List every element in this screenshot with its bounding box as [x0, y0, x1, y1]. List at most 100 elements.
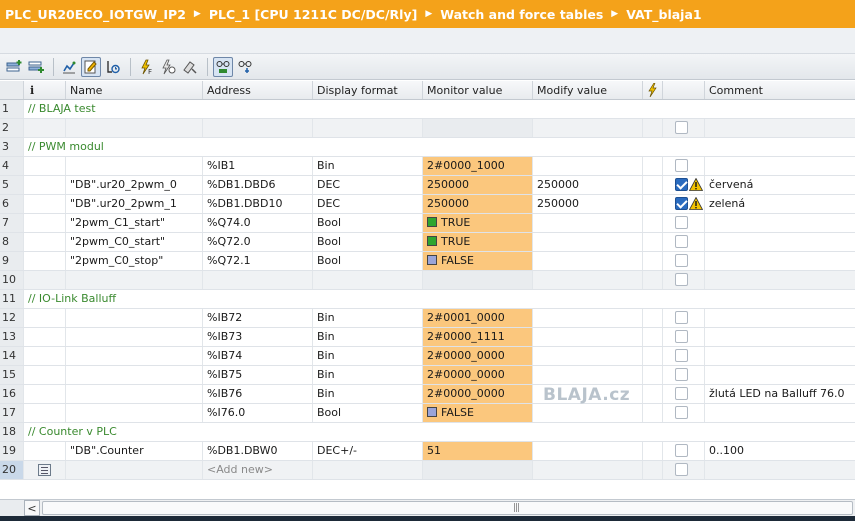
add-row-icon[interactable] [26, 57, 46, 77]
modify-value-cell[interactable] [533, 119, 643, 137]
modify-checkbox[interactable] [675, 444, 688, 457]
modify-checkbox[interactable] [675, 406, 688, 419]
disable-peripheral-icon[interactable] [180, 57, 200, 77]
modify-value-cell[interactable]: 250000 [533, 195, 643, 213]
comment-cell[interactable] [705, 347, 855, 365]
modify-checkbox[interactable] [675, 311, 688, 324]
modify-value-cell[interactable] [533, 252, 643, 270]
add-new-list-icon[interactable] [38, 464, 51, 476]
display-format-cell[interactable] [313, 461, 423, 479]
stop-force-icon[interactable] [158, 57, 178, 77]
modify-value-cell[interactable] [533, 233, 643, 251]
display-format-cell[interactable]: Bin [313, 157, 423, 175]
name-cell[interactable]: "DB".ur20_2pwm_0 [66, 176, 203, 194]
scroll-thumb[interactable]: ||| [42, 501, 853, 515]
modify-value-cell[interactable] [533, 309, 643, 327]
display-format-cell[interactable]: Bin [313, 309, 423, 327]
table-row[interactable]: 17 %I76.0 Bool FALSE [0, 404, 855, 423]
modify-checkbox[interactable] [675, 368, 688, 381]
comment-cell[interactable]: 0..100 [705, 442, 855, 460]
name-cell[interactable] [66, 461, 203, 479]
table-row[interactable]: 18// Counter v PLC [0, 423, 855, 442]
display-format-cell[interactable]: DEC [313, 176, 423, 194]
comment-cell[interactable] [705, 233, 855, 251]
address-cell[interactable]: <Add new> [203, 461, 313, 479]
modify-checkbox[interactable] [675, 349, 688, 362]
breadcrumb-plc[interactable]: PLC_1 [CPU 1211C DC/DC/Rly] [209, 7, 417, 22]
comment-cell[interactable] [705, 157, 855, 175]
breadcrumb-project[interactable]: PLC_UR20ECO_IOTGW_IP2 [5, 7, 186, 22]
name-cell[interactable] [66, 157, 203, 175]
table-row[interactable]: 5 "DB".ur20_2pwm_0 %DB1.DBD6 DEC 250000 25000… [0, 176, 855, 195]
name-cell[interactable] [66, 404, 203, 422]
section-comment[interactable]: // BLAJA test [24, 100, 855, 118]
name-cell[interactable]: "DB".ur20_2pwm_1 [66, 195, 203, 213]
display-format-cell[interactable]: Bin [313, 385, 423, 403]
address-cell[interactable]: %DB1.DBD6 [203, 176, 313, 194]
modify-value-cell[interactable]: 250000 [533, 176, 643, 194]
name-cell[interactable]: "2pwm_C1_start" [66, 214, 203, 232]
table-row[interactable]: 9 "2pwm_C0_stop" %Q72.1 Bool FALSE [0, 252, 855, 271]
display-format-column-header[interactable]: Display format [313, 81, 423, 99]
scroll-left-icon[interactable]: < [24, 500, 40, 516]
modify-checkbox[interactable] [675, 330, 688, 343]
comment-cell[interactable] [705, 252, 855, 270]
comment-cell[interactable] [705, 328, 855, 346]
address-cell[interactable] [203, 119, 313, 137]
display-format-cell[interactable]: DEC [313, 195, 423, 213]
display-format-cell[interactable]: Bool [313, 252, 423, 270]
comment-cell[interactable] [705, 214, 855, 232]
info-column-header[interactable]: i [24, 81, 66, 99]
table-row[interactable]: 2 [0, 119, 855, 138]
comment-cell[interactable] [705, 309, 855, 327]
address-cell[interactable]: %IB76 [203, 385, 313, 403]
section-comment[interactable]: // IO-Link Balluff [24, 290, 855, 308]
breadcrumb-table[interactable]: VAT_blaja1 [626, 7, 701, 22]
table-row[interactable]: 12 %IB72 Bin 2#0001_0000 [0, 309, 855, 328]
name-cell[interactable] [66, 347, 203, 365]
table-row[interactable]: 3// PWM modul [0, 138, 855, 157]
name-cell[interactable]: "2pwm_C0_start" [66, 233, 203, 251]
name-cell[interactable] [66, 328, 203, 346]
address-cell[interactable]: %IB72 [203, 309, 313, 327]
section-comment[interactable]: // Counter v PLC [24, 423, 855, 441]
table-row[interactable]: 7 "2pwm_C1_start" %Q74.0 Bool TRUE [0, 214, 855, 233]
name-cell[interactable] [66, 271, 203, 289]
address-column-header[interactable]: Address [203, 81, 313, 99]
display-format-cell[interactable]: Bin [313, 366, 423, 384]
display-format-cell[interactable]: Bin [313, 328, 423, 346]
modify-now-icon[interactable] [81, 56, 101, 77]
address-cell[interactable]: %IB1 [203, 157, 313, 175]
table-row[interactable]: 19 "DB".Counter %DB1.DBW0 DEC+/- 51 0..100 [0, 442, 855, 461]
modify-checkbox[interactable] [675, 159, 688, 172]
display-format-cell[interactable] [313, 119, 423, 137]
table-row[interactable]: 6 "DB".ur20_2pwm_1 %DB1.DBD10 DEC 250000 2500… [0, 195, 855, 214]
modify-value-cell[interactable] [533, 271, 643, 289]
modify-checkbox[interactable] [675, 273, 688, 286]
table-row[interactable]: 10 [0, 271, 855, 290]
name-column-header[interactable]: Name [66, 81, 203, 99]
breadcrumb-watch-tables[interactable]: Watch and force tables [440, 7, 603, 22]
modify-value-cell[interactable] [533, 214, 643, 232]
horizontal-scrollbar[interactable]: < ||| [24, 499, 855, 516]
address-cell[interactable]: %Q72.0 [203, 233, 313, 251]
comment-cell[interactable] [705, 366, 855, 384]
table-row[interactable]: 4 %IB1 Bin 2#0000_1000 [0, 157, 855, 176]
modify-flag-column-header[interactable] [643, 81, 663, 99]
modify-value-cell[interactable] [533, 442, 643, 460]
name-cell[interactable] [66, 366, 203, 384]
modify-trigger-icon[interactable] [103, 57, 123, 77]
comment-cell[interactable]: zelená [705, 195, 855, 213]
display-format-cell[interactable]: Bool [313, 233, 423, 251]
modify-value-cell[interactable] [533, 366, 643, 384]
table-row[interactable]: 13 %IB73 Bin 2#0000_1111 [0, 328, 855, 347]
modify-value-cell[interactable] [533, 347, 643, 365]
address-cell[interactable]: %Q72.1 [203, 252, 313, 270]
address-cell[interactable]: %DB1.DBW0 [203, 442, 313, 460]
monitor-once-icon[interactable] [59, 57, 79, 77]
section-comment[interactable]: // PWM modul [24, 138, 855, 156]
name-cell[interactable]: "DB".Counter [66, 442, 203, 460]
display-format-cell[interactable]: Bool [313, 404, 423, 422]
display-format-cell[interactable]: DEC+/- [313, 442, 423, 460]
modify-value-cell[interactable] [533, 404, 643, 422]
